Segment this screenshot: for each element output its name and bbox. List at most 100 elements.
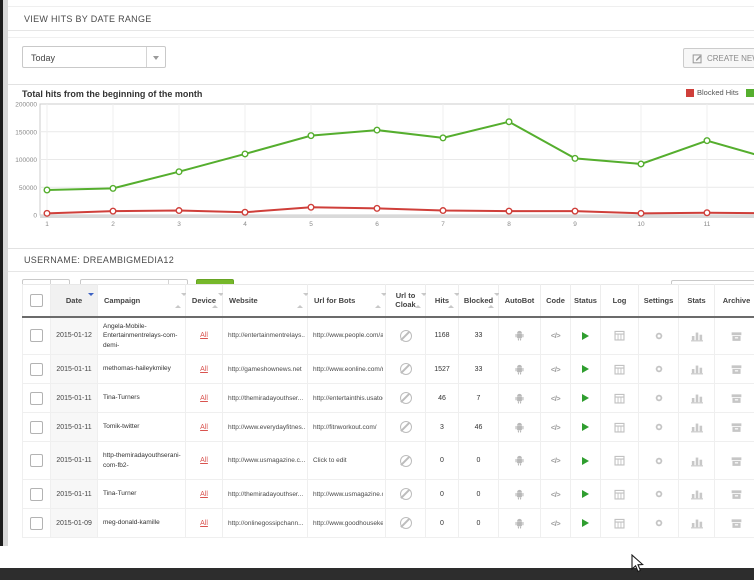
column-header-log[interactable]: Log: [601, 285, 639, 317]
stats-bar-chart-icon[interactable]: [690, 488, 704, 500]
code-icon[interactable]: </>: [551, 456, 560, 465]
device-all-link[interactable]: All: [200, 366, 208, 373]
column-header-status[interactable]: Status: [571, 285, 601, 317]
status-active-icon[interactable]: [582, 457, 589, 465]
column-header-autobot[interactable]: AutoBot: [499, 285, 541, 317]
cell-website[interactable]: http://themiradayouthser...: [223, 480, 308, 509]
archive-box-icon[interactable]: [730, 455, 743, 467]
stats-bar-chart-icon[interactable]: [690, 363, 704, 375]
column-header-hits[interactable]: Hits: [426, 285, 459, 317]
row-checkbox[interactable]: [30, 392, 43, 405]
gear-icon[interactable]: [653, 488, 665, 500]
android-robot-icon[interactable]: [513, 363, 526, 376]
status-active-icon[interactable]: [582, 423, 589, 431]
device-all-link[interactable]: All: [200, 395, 208, 402]
cloak-disabled-icon[interactable]: [400, 330, 412, 342]
status-active-icon[interactable]: [582, 365, 589, 373]
cell-website[interactable]: http://onlinegossipchann...: [223, 509, 308, 538]
cell-website[interactable]: http://www.everydayfitnes...: [223, 413, 308, 442]
date-range-select[interactable]: Today: [22, 46, 166, 68]
archive-box-icon[interactable]: [730, 421, 743, 433]
gear-icon[interactable]: [653, 392, 665, 404]
archive-box-icon[interactable]: [730, 517, 743, 529]
gear-icon[interactable]: [653, 421, 665, 433]
cell-website[interactable]: http://gameshownews.net: [223, 355, 308, 384]
stats-bar-chart-icon[interactable]: [690, 392, 704, 404]
status-active-icon[interactable]: [582, 519, 589, 527]
column-header-blocked[interactable]: Blocked: [459, 285, 499, 317]
column-header-device[interactable]: Device: [186, 285, 223, 317]
code-icon[interactable]: </>: [551, 394, 560, 403]
archive-box-icon[interactable]: [730, 330, 743, 342]
log-calendar-icon[interactable]: [613, 454, 626, 467]
column-header-url-to-cloak[interactable]: Url to Cloak: [386, 285, 426, 317]
cloak-disabled-icon[interactable]: [400, 517, 412, 529]
gear-icon[interactable]: [653, 455, 665, 467]
status-active-icon[interactable]: [582, 490, 589, 498]
row-checkbox[interactable]: [30, 421, 43, 434]
row-checkbox[interactable]: [30, 363, 43, 376]
cell-url-for-bots[interactable]: http://www.people.com/ar...: [308, 317, 386, 355]
row-checkbox[interactable]: [30, 488, 43, 501]
stats-bar-chart-icon[interactable]: [690, 330, 704, 342]
row-checkbox[interactable]: [30, 517, 43, 530]
row-checkbox[interactable]: [30, 329, 43, 342]
device-all-link[interactable]: All: [200, 491, 208, 498]
column-header-archive[interactable]: Archive: [715, 285, 754, 317]
column-header-campaign[interactable]: Campaign: [98, 285, 186, 317]
android-robot-icon[interactable]: [513, 421, 526, 434]
column-header-url-for-bots[interactable]: Url for Bots: [308, 285, 386, 317]
cell-website[interactable]: http://themiradayouthser...: [223, 384, 308, 413]
column-header-settings[interactable]: Settings: [639, 285, 679, 317]
cloak-disabled-icon[interactable]: [400, 421, 412, 433]
cell-url-for-bots[interactable]: http://www.eonline.com/n...: [308, 355, 386, 384]
code-icon[interactable]: </>: [551, 490, 560, 499]
select-all-header[interactable]: [23, 285, 51, 317]
cloak-disabled-icon[interactable]: [400, 392, 412, 404]
cell-website[interactable]: http://www.usmagazine.c...: [223, 442, 308, 480]
status-active-icon[interactable]: [582, 332, 589, 340]
android-robot-icon[interactable]: [513, 517, 526, 530]
column-header-stats[interactable]: Stats: [679, 285, 715, 317]
device-all-link[interactable]: All: [200, 332, 208, 339]
android-robot-icon[interactable]: [513, 454, 526, 467]
android-robot-icon[interactable]: [513, 329, 526, 342]
cell-url-for-bots[interactable]: http://entertainthis.usatod...: [308, 384, 386, 413]
log-calendar-icon[interactable]: [613, 421, 626, 434]
cell-url-for-bots[interactable]: Click to edit: [308, 442, 386, 480]
cloak-disabled-icon[interactable]: [400, 363, 412, 375]
archive-box-icon[interactable]: [730, 363, 743, 375]
device-all-link[interactable]: All: [200, 424, 208, 431]
status-active-icon[interactable]: [582, 394, 589, 402]
column-header-code[interactable]: Code: [541, 285, 571, 317]
log-calendar-icon[interactable]: [613, 392, 626, 405]
stats-bar-chart-icon[interactable]: [690, 455, 704, 467]
gear-icon[interactable]: [653, 330, 665, 342]
code-icon[interactable]: </>: [551, 331, 560, 340]
column-header-website[interactable]: Website: [223, 285, 308, 317]
stats-bar-chart-icon[interactable]: [690, 517, 704, 529]
cell-website[interactable]: http://entertainmentrelays...: [223, 317, 308, 355]
archive-box-icon[interactable]: [730, 392, 743, 404]
android-robot-icon[interactable]: [513, 392, 526, 405]
android-robot-icon[interactable]: [513, 488, 526, 501]
create-new-campaign-button[interactable]: CREATE NEW CAMPAIGN: [683, 48, 754, 68]
gear-icon[interactable]: [653, 517, 665, 529]
code-icon[interactable]: </>: [551, 423, 560, 432]
code-icon[interactable]: </>: [551, 519, 560, 528]
log-calendar-icon[interactable]: [613, 517, 626, 530]
select-all-checkbox[interactable]: [30, 294, 43, 307]
device-all-link[interactable]: All: [200, 520, 208, 527]
log-calendar-icon[interactable]: [613, 488, 626, 501]
archive-box-icon[interactable]: [730, 488, 743, 500]
log-calendar-icon[interactable]: [613, 363, 626, 376]
cloak-disabled-icon[interactable]: [400, 455, 412, 467]
column-header-date[interactable]: Date: [51, 285, 98, 317]
cell-url-for-bots[interactable]: http://www.goodhouseke...: [308, 509, 386, 538]
log-calendar-icon[interactable]: [613, 329, 626, 342]
gear-icon[interactable]: [653, 363, 665, 375]
cell-url-for-bots[interactable]: http://fitnworkout.com/: [308, 413, 386, 442]
stats-bar-chart-icon[interactable]: [690, 421, 704, 433]
row-checkbox[interactable]: [30, 454, 43, 467]
cloak-disabled-icon[interactable]: [400, 488, 412, 500]
